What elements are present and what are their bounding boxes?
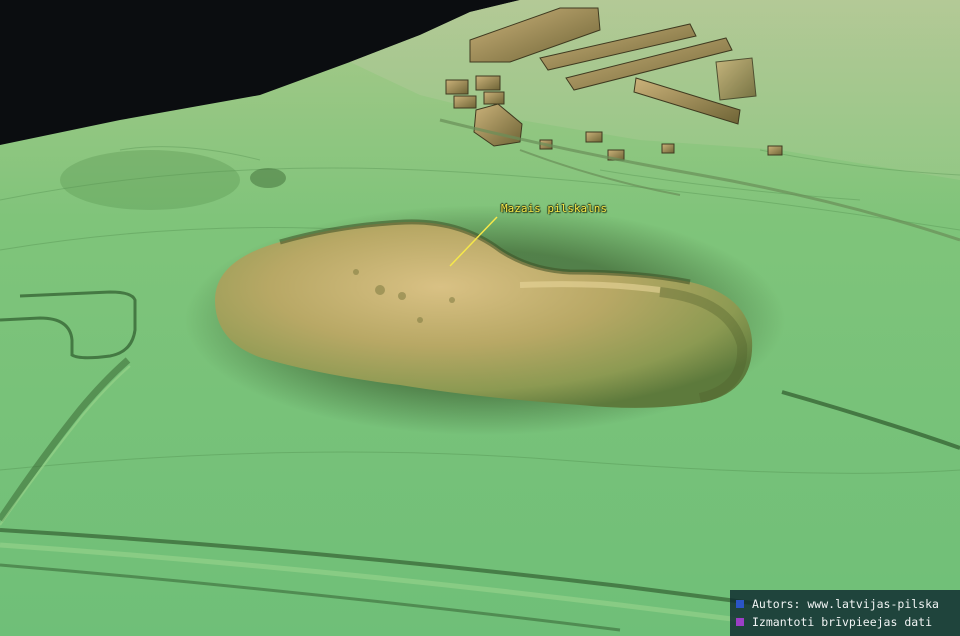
credit-data-swatch (736, 618, 744, 626)
credit-author-swatch (736, 600, 744, 608)
hillfort-label: Mazais pilskalns (501, 202, 607, 215)
credit-author-text: Autors: www.latvijas-pilska (752, 597, 939, 611)
credit-data-source: Izmantoti brīvpieejas dati (730, 613, 960, 631)
credit-author: Autors: www.latvijas-pilska (730, 595, 960, 613)
credit-data-text: Izmantoti brīvpieejas dati (752, 615, 933, 629)
terrain-render (0, 0, 960, 636)
small-pit (250, 168, 286, 188)
lidar-terrain-view: Mazais pilskalns Autors: www.latvijas-pi… (0, 0, 960, 636)
left-depression (60, 150, 240, 210)
credits-box: Autors: www.latvijas-pilska Izmantoti br… (730, 590, 960, 636)
